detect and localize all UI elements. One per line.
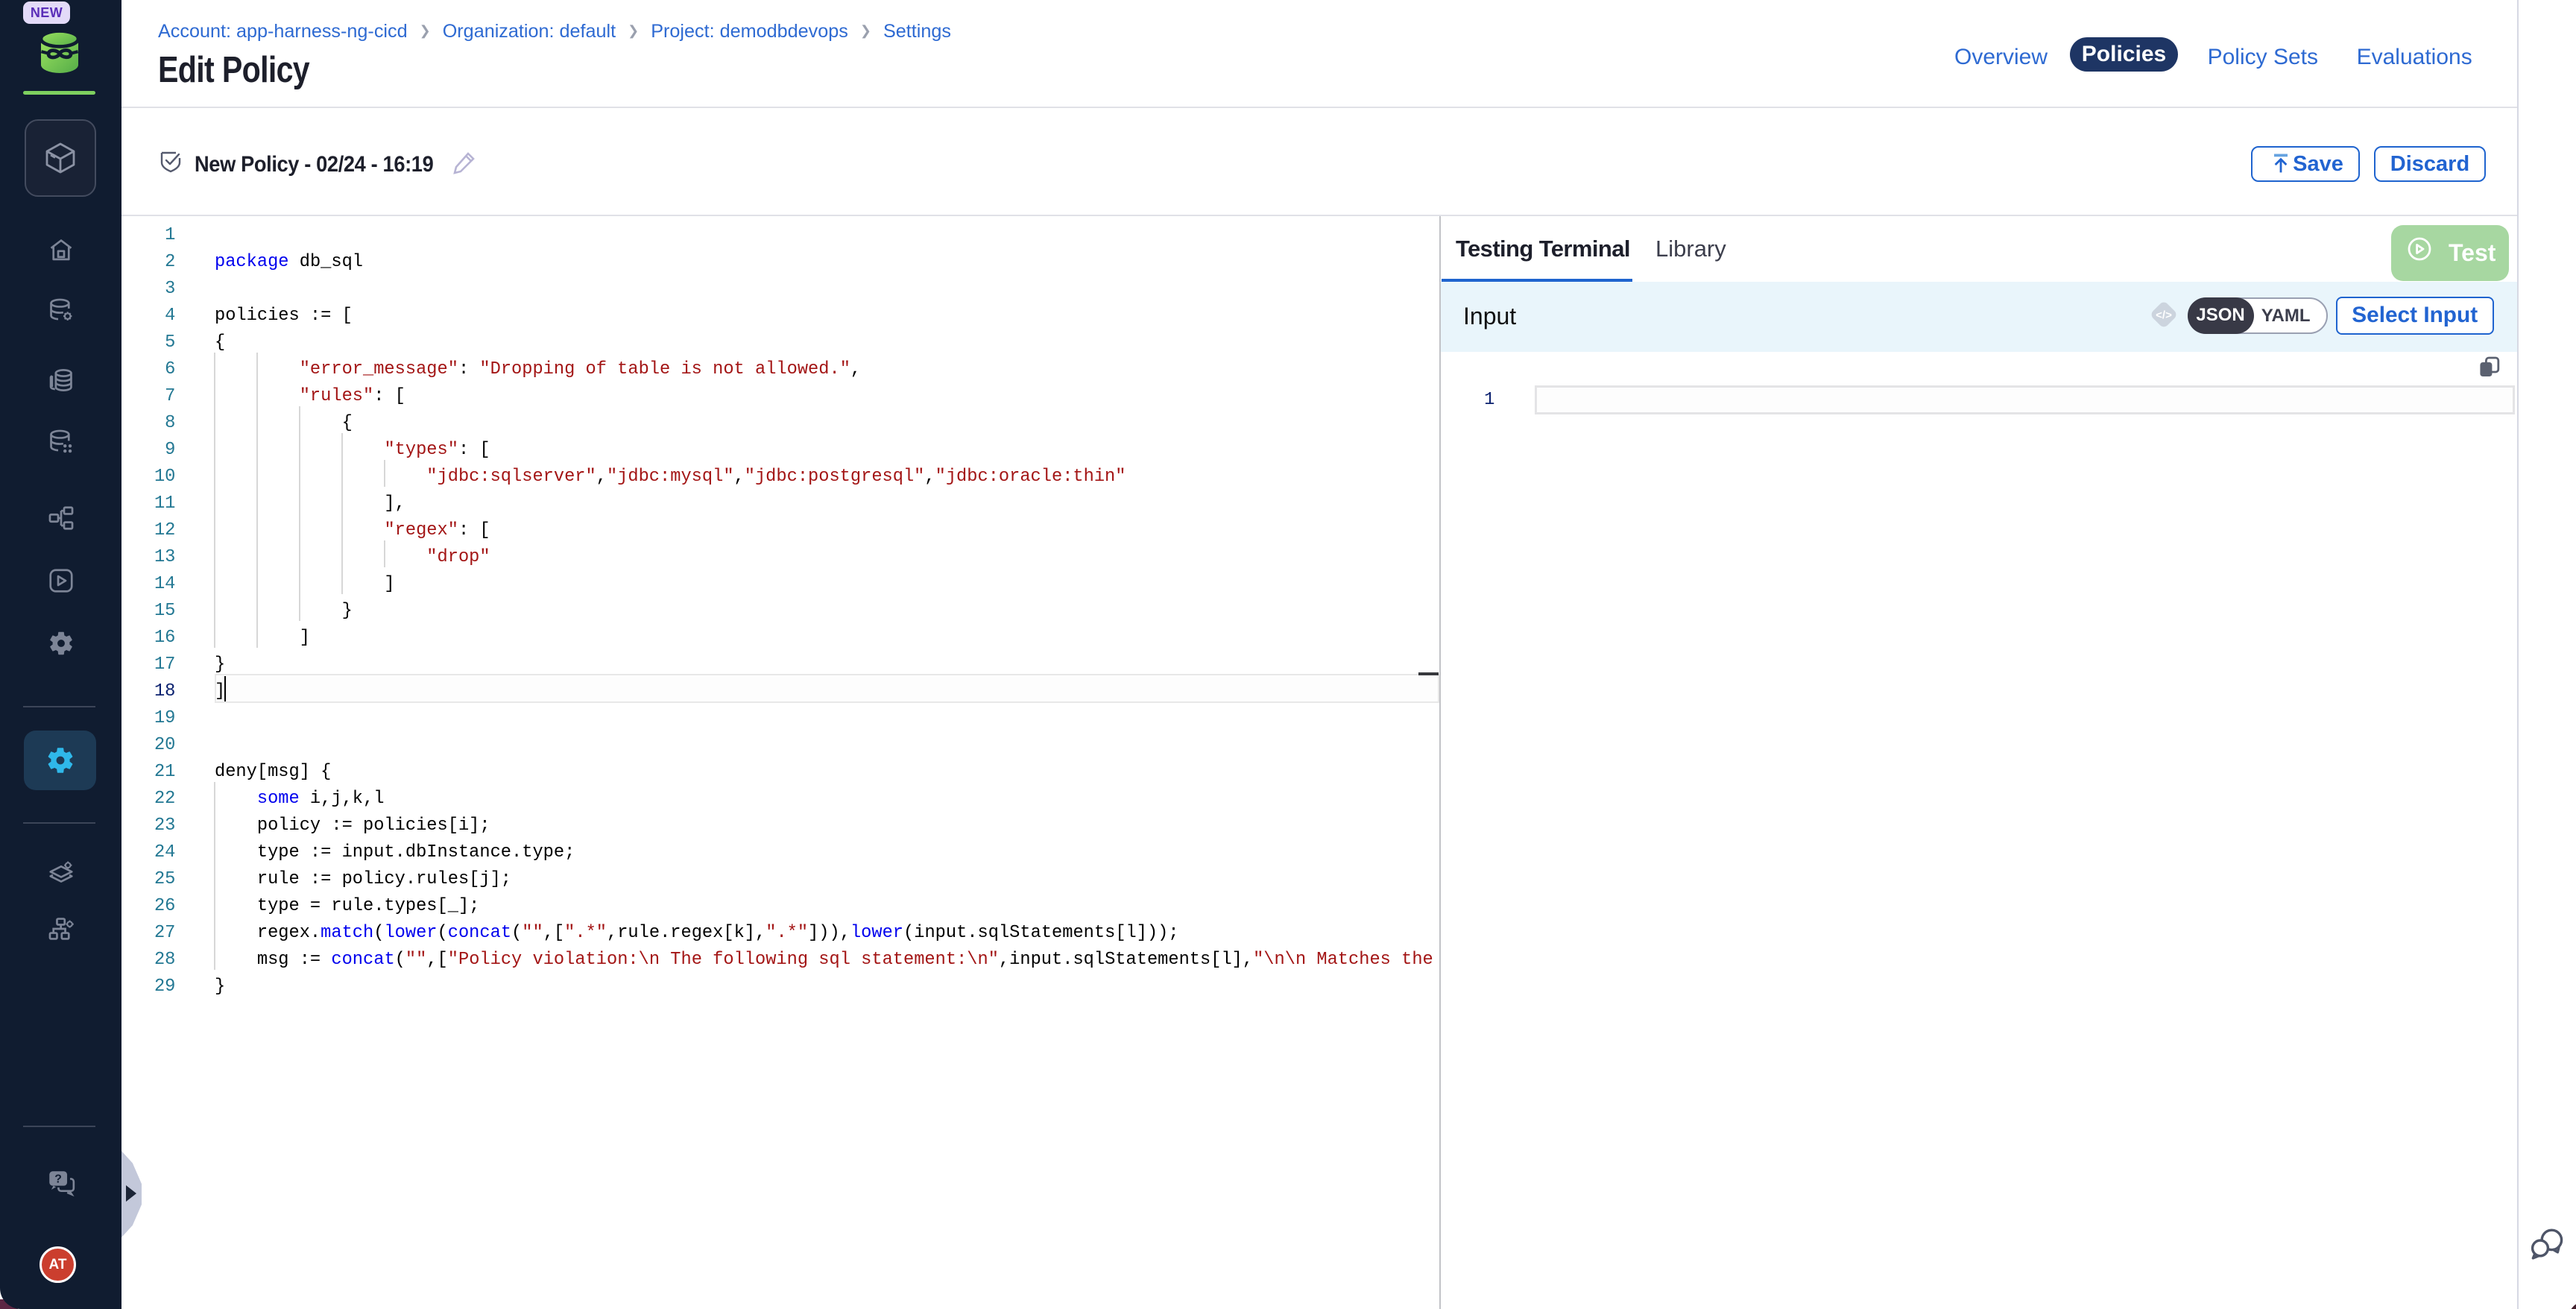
- svg-text:</>: </>: [2156, 309, 2172, 321]
- svg-text:?: ?: [54, 1173, 62, 1186]
